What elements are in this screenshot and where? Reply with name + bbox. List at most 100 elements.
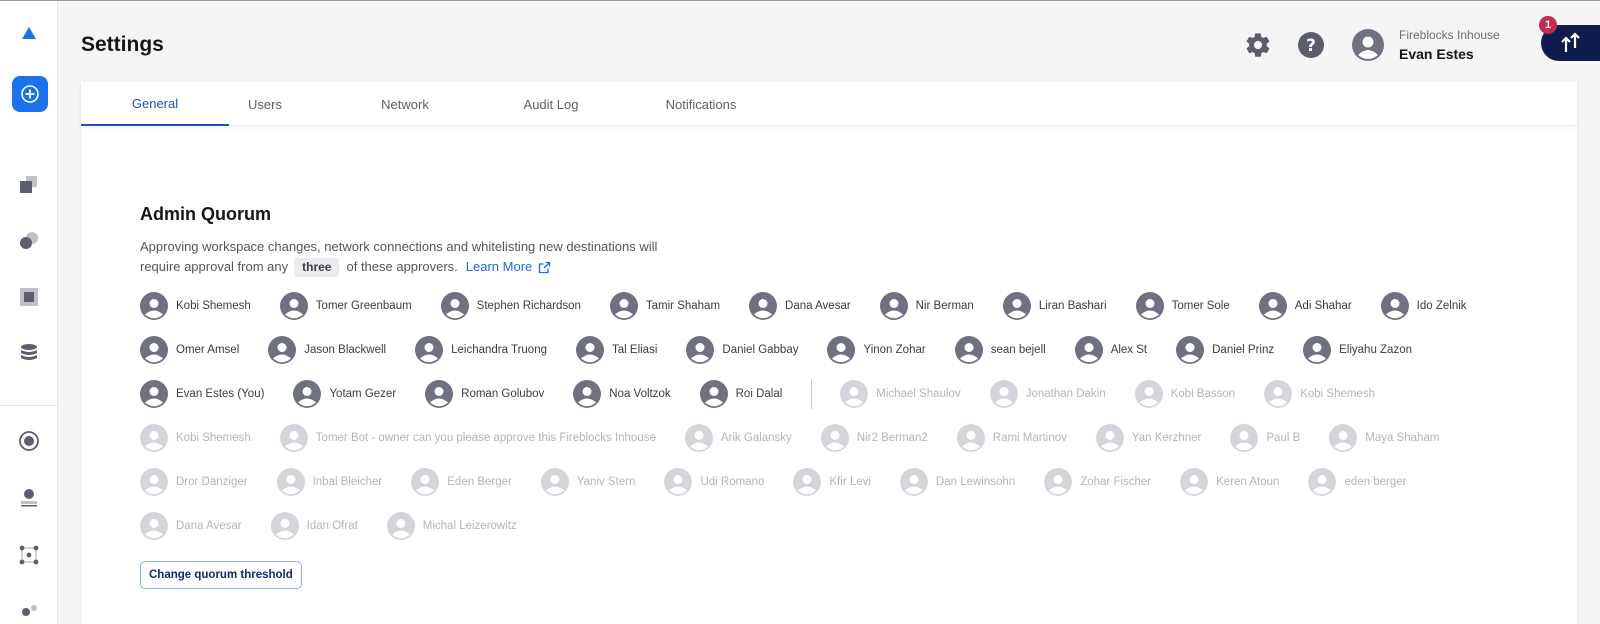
approver-name: Daniel Gabbay [722, 344, 799, 356]
approver-chip-inactive[interactable]: Kobi Shemesh [140, 424, 251, 452]
approver-chip-inactive[interactable]: Yan Kerzhner [1095, 424, 1201, 452]
logo-triangle-icon[interactable] [15, 19, 43, 47]
approver-name: Kobi Basson [1170, 388, 1236, 400]
approver-chip[interactable]: Stephen Richardson [440, 292, 581, 320]
approver-chip[interactable]: Noa Voltzok [573, 380, 671, 408]
approver-chip[interactable]: Jason Blackwell [268, 336, 386, 364]
approver-chip[interactable]: Tomer Sole [1135, 292, 1230, 320]
avatar-icon [140, 380, 168, 408]
avatar-icon [279, 292, 308, 320]
approver-chip[interactable]: Tomer Greenbaum [279, 292, 412, 320]
approver-chip-inactive[interactable]: Rami Martinov [956, 424, 1067, 452]
approver-chip-inactive[interactable]: Tomer Bot - owner can you please approve… [279, 424, 656, 452]
approver-chip-inactive[interactable]: Kobi Shemesh [1264, 380, 1375, 408]
avatar-icon [293, 380, 322, 408]
learn-more-link[interactable]: Learn More [466, 257, 551, 277]
tab-notifications[interactable]: Notifications [651, 82, 751, 126]
approver-chip[interactable]: sean bejell [954, 336, 1046, 364]
approver-chip[interactable]: Liran Bashari [1002, 292, 1107, 320]
approver-chip-inactive[interactable]: Paul B [1230, 424, 1300, 452]
approver-chip-inactive[interactable]: Dror Danziger [140, 468, 248, 496]
avatar-icon [1258, 292, 1287, 320]
user-name[interactable]: Evan Estes [1399, 46, 1474, 62]
add-button[interactable] [12, 76, 48, 112]
approver-chip[interactable]: Nir Berman [879, 292, 974, 320]
external-link-icon [539, 261, 551, 273]
approver-chip-inactive[interactable]: Nir2 Berman2 [820, 424, 928, 452]
database-icon[interactable] [15, 339, 43, 367]
avatar-icon [440, 292, 469, 320]
avatar-icon [820, 424, 849, 452]
approver-name: Kfir Levi [829, 476, 871, 488]
approver-chip-inactive[interactable]: Maya Shaham [1329, 424, 1439, 452]
tab-general[interactable]: General [81, 82, 229, 126]
approver-chip[interactable]: Tal Eliasi [576, 336, 657, 364]
people-icon[interactable] [15, 599, 43, 624]
approver-chip-inactive[interactable]: Inbal Bleicher [276, 468, 382, 496]
approver-chip[interactable]: Eliyahu Zazon [1303, 336, 1412, 364]
approver-chip[interactable]: Daniel Prinz [1176, 336, 1274, 364]
approver-chip-inactive[interactable]: Dan Lewinsohn [899, 468, 1015, 496]
avatar-icon [1176, 336, 1205, 364]
tab-users[interactable]: Users [229, 82, 301, 126]
approver-name: Tamir Shaham [645, 300, 721, 312]
approver-chip-inactive[interactable]: Dana Avesar [140, 512, 242, 540]
approver-name: Michal Leizerowitz [422, 520, 517, 532]
avatar-icon [573, 380, 602, 408]
radio-icon[interactable] [15, 427, 43, 455]
approver-chip[interactable]: Adi Shahar [1258, 292, 1352, 320]
approver-chip[interactable]: Daniel Gabbay [686, 336, 798, 364]
avatar-icon [411, 468, 440, 496]
approver-chip-inactive[interactable]: Zohar Fischer [1044, 468, 1151, 496]
network-icon[interactable] [15, 541, 43, 569]
approver-chip[interactable]: Leichandra Truong [415, 336, 547, 364]
square-icon[interactable] [15, 283, 43, 311]
approver-chip-inactive[interactable]: Udi Romano [664, 468, 764, 496]
tab-network[interactable]: Network [361, 82, 449, 126]
approver-chip-inactive[interactable]: Idan Ofrat [270, 512, 358, 540]
approver-chip[interactable]: Yinon Zohar [827, 336, 926, 364]
help-icon[interactable]: ? [1297, 31, 1325, 59]
approver-name: eden berger [1344, 476, 1407, 488]
change-quorum-threshold-button[interactable]: Change quorum threshold [140, 561, 302, 589]
approver-chip-inactive[interactable]: eden berger [1308, 468, 1406, 496]
description-prefix: require approval from any [140, 259, 289, 274]
approver-name: Eliyahu Zazon [1339, 344, 1412, 356]
approver-name: Zohar Fischer [1080, 476, 1152, 488]
avatar-icon [425, 380, 454, 408]
squares-icon[interactable] [15, 171, 43, 199]
approver-chip[interactable]: Omer Amsel [140, 336, 239, 364]
user-icon[interactable] [15, 483, 43, 511]
approver-chip-inactive[interactable]: Jonathan Dakin [989, 380, 1106, 408]
avatar-icon [140, 424, 168, 452]
approver-chip-inactive[interactable]: Yaniv Stern [540, 468, 635, 496]
approver-name: Tal Eliasi [612, 344, 658, 356]
avatar-icon[interactable] [1352, 29, 1384, 61]
approvers-row-3: Evan Estes (You) Yotam Gezer Roman Golub… [140, 379, 1404, 409]
approver-chip[interactable]: Evan Estes (You) [140, 380, 264, 408]
quorum-description: Approving workspace changes, network con… [140, 237, 740, 277]
approver-chip[interactable]: Alex St [1074, 336, 1147, 364]
circles-icon[interactable] [15, 227, 43, 255]
approver-chip-inactive[interactable]: Kobi Basson [1134, 380, 1236, 408]
approver-chip[interactable]: Tamir Shaham [609, 292, 721, 320]
approver-chip-inactive[interactable]: Michal Leizerowitz [386, 512, 517, 540]
sidebar [0, 1, 58, 624]
approver-chip[interactable]: Dana Avesar [749, 292, 851, 320]
approver-chip-inactive[interactable]: Arik Galansky [684, 424, 792, 452]
description-suffix: of these approvers. [346, 259, 458, 274]
approver-chip[interactable]: Roi Dalal [699, 380, 783, 408]
approver-chip[interactable]: Ido Zelnik [1380, 292, 1467, 320]
approver-name: Roi Dalal [735, 388, 783, 400]
tab-audit-log[interactable]: Audit Log [509, 82, 593, 126]
approver-chip[interactable]: Kobi Shemesh [140, 292, 251, 320]
sidebar-divider [0, 405, 58, 406]
approver-chip-inactive[interactable]: Michael Shaulov [840, 380, 961, 408]
approver-chip[interactable]: Roman Golubov [425, 380, 544, 408]
gear-icon[interactable] [1244, 31, 1272, 59]
approver-chip-inactive[interactable]: Keren Atoun [1180, 468, 1279, 496]
approver-name: Kobi Shemesh [1300, 388, 1375, 400]
approver-chip-inactive[interactable]: Kfir Levi [793, 468, 871, 496]
approver-chip-inactive[interactable]: Eden Berger [411, 468, 512, 496]
approver-chip[interactable]: Yotam Gezer [293, 380, 396, 408]
